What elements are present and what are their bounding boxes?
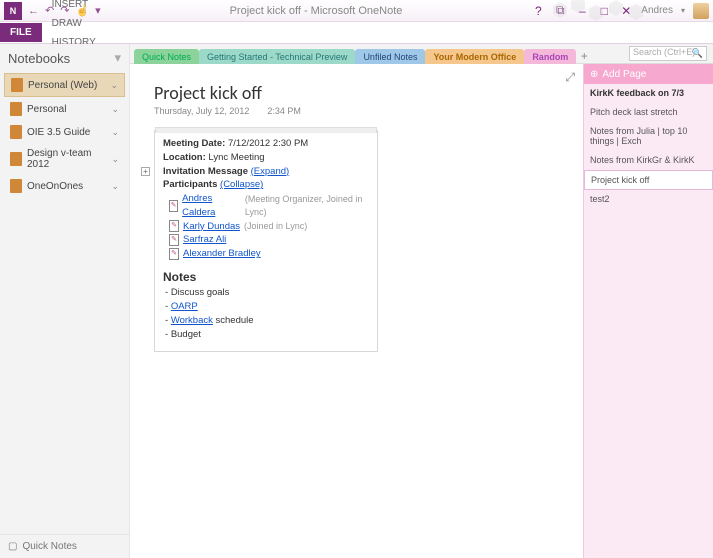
- container-grip[interactable]: [155, 127, 377, 133]
- expand-page-icon[interactable]: ⤢: [565, 70, 575, 85]
- notebook-item[interactable]: Personal ⌄: [4, 98, 125, 120]
- section-tab[interactable]: Getting Started - Technical Preview: [199, 49, 355, 64]
- notebook-icon: [10, 179, 22, 193]
- qat-more-icon[interactable]: ▾: [95, 4, 101, 17]
- maximize-icon[interactable]: □: [597, 4, 611, 18]
- participants-label: Participants: [163, 179, 217, 190]
- participant-meta: (Meeting Organizer, Joined in Lync): [245, 193, 371, 219]
- help-icon[interactable]: ?: [531, 4, 545, 18]
- chevron-down-icon[interactable]: ⌄: [111, 104, 119, 115]
- avatar[interactable]: [693, 3, 709, 19]
- close-icon[interactable]: ✕: [619, 4, 633, 18]
- back-icon[interactable]: ←: [28, 5, 39, 17]
- notebook-icon: [10, 102, 22, 116]
- location-value: Lync Meeting: [208, 152, 264, 163]
- chevron-down-icon[interactable]: ⌄: [110, 80, 118, 91]
- note-bullet[interactable]: OARP: [175, 300, 371, 314]
- page-list-item[interactable]: test2: [584, 190, 713, 209]
- notebook-item[interactable]: OneOnOnes ⌄: [4, 175, 125, 197]
- page-timestamp: Thursday, July 12, 20122:34 PM: [154, 106, 583, 116]
- page-list-item[interactable]: Project kick off: [584, 170, 713, 190]
- location-label: Location:: [163, 152, 206, 163]
- notebook-label: Design v-team 2012: [27, 148, 106, 170]
- collapse-toggle-icon[interactable]: +: [141, 167, 150, 176]
- page-list-item[interactable]: Notes from KirkGr & KirkK: [584, 151, 713, 170]
- add-page-label: Add Page: [602, 69, 646, 80]
- section-tabs: Quick NotesGetting Started - Technical P…: [130, 44, 713, 64]
- page-list-item[interactable]: KirkK feedback on 7/3: [584, 84, 713, 103]
- page-list-item[interactable]: Notes from Julia | top 10 things | Exch: [584, 122, 713, 151]
- expand-link[interactable]: (Expand): [251, 166, 290, 177]
- add-page-button[interactable]: ⊕ Add Page: [584, 64, 713, 84]
- section-tab[interactable]: Quick Notes: [134, 49, 199, 64]
- quick-notes-label: Quick Notes: [22, 541, 76, 552]
- meeting-date-value: 7/12/2012 2:30 PM: [228, 138, 308, 149]
- user-name[interactable]: Andres: [641, 5, 673, 16]
- notebook-label: OneOnOnes: [27, 181, 83, 192]
- collapse-link[interactable]: (Collapse): [220, 179, 263, 190]
- tab-file[interactable]: FILE: [0, 23, 42, 42]
- invitation-label: Invitation Message: [163, 166, 248, 177]
- chevron-down-icon[interactable]: ⌄: [111, 127, 119, 138]
- meeting-date-label: Meeting Date:: [163, 138, 225, 149]
- app-icon: N: [4, 2, 22, 20]
- add-section-button[interactable]: +: [576, 49, 592, 63]
- notebook-label: Personal (Web): [28, 80, 97, 91]
- page-canvas[interactable]: ⤢ Project kick off Thursday, July 12, 20…: [130, 64, 583, 558]
- ribbon: FILE HOMEINSERTDRAWHISTORYREVIEWVIEW: [0, 22, 713, 44]
- contact-icon: ✎: [169, 200, 178, 212]
- note-bullet[interactable]: Workback schedule: [175, 314, 371, 328]
- notebook-icon: [10, 152, 22, 166]
- minimize-icon[interactable]: –: [575, 4, 589, 18]
- contact-icon: ✎: [169, 248, 179, 260]
- notebook-item[interactable]: Personal (Web) ⌄: [4, 73, 125, 97]
- plus-icon: ⊕: [590, 69, 598, 80]
- section-tab[interactable]: Your Modern Office: [425, 49, 524, 64]
- quick-notes-button[interactable]: ▢ Quick Notes: [0, 534, 129, 558]
- touch-icon[interactable]: ☝: [75, 4, 89, 17]
- notebook-panel: Notebooks ▾ Personal (Web)⌄Personal⌄OIE …: [0, 44, 130, 558]
- note-bullet[interactable]: Budget: [175, 328, 371, 342]
- chevron-down-icon[interactable]: ⌄: [111, 154, 119, 165]
- participant-link[interactable]: Andres Caldera: [182, 192, 241, 220]
- page-list-panel: ⊕ Add Page KirkK feedback on 7/3Pitch de…: [583, 64, 713, 558]
- pin-icon[interactable]: ▾: [114, 50, 121, 66]
- note-icon: ▢: [8, 541, 17, 552]
- participant-row: ✎ Sarfraz Ali: [169, 233, 371, 247]
- notes-heading: Notes: [163, 269, 371, 286]
- notebook-item[interactable]: OIE 3.5 Guide ⌄: [4, 121, 125, 143]
- notebook-label: OIE 3.5 Guide: [27, 127, 90, 138]
- note-bullet[interactable]: Discuss goals: [175, 286, 371, 300]
- participant-row: ✎ Alexander Bradley: [169, 247, 371, 261]
- redo-icon[interactable]: ↷: [60, 4, 69, 17]
- undo-icon[interactable]: ↶: [45, 4, 54, 17]
- notebooks-heading: Notebooks: [8, 51, 70, 66]
- notebook-item[interactable]: Design v-team 2012 ⌄: [4, 144, 125, 174]
- notebook-label: Personal: [27, 104, 66, 115]
- page-list-item[interactable]: Pitch deck last stretch: [584, 103, 713, 122]
- chevron-down-icon[interactable]: ⌄: [111, 181, 119, 192]
- contact-icon: ✎: [169, 234, 179, 246]
- participant-row: ✎ Karly Dundas (Joined in Lync): [169, 220, 371, 234]
- participant-link[interactable]: Sarfraz Ali: [183, 233, 226, 247]
- ribbon-toggle-icon[interactable]: ⧉: [553, 3, 567, 18]
- section-tab[interactable]: Random: [524, 49, 576, 64]
- participant-link[interactable]: Karly Dundas: [183, 220, 240, 234]
- window-title: Project kick off - Microsoft OneNote: [101, 5, 532, 17]
- note-container[interactable]: + Meeting Date: 7/12/2012 2:30 PM Locati…: [154, 130, 378, 352]
- section-tab[interactable]: Unfiled Notes: [355, 49, 425, 64]
- notebook-icon: [11, 78, 23, 92]
- contact-icon: ✎: [169, 220, 179, 232]
- search-icon[interactable]: 🔍: [692, 48, 703, 59]
- participant-link[interactable]: Alexander Bradley: [183, 247, 261, 261]
- participant-row: ✎ Andres Caldera(Meeting Organizer, Joine…: [169, 192, 371, 220]
- page-title[interactable]: Project kick off: [154, 82, 583, 104]
- notebook-icon: [10, 125, 22, 139]
- participant-meta: (Joined in Lync): [244, 220, 307, 233]
